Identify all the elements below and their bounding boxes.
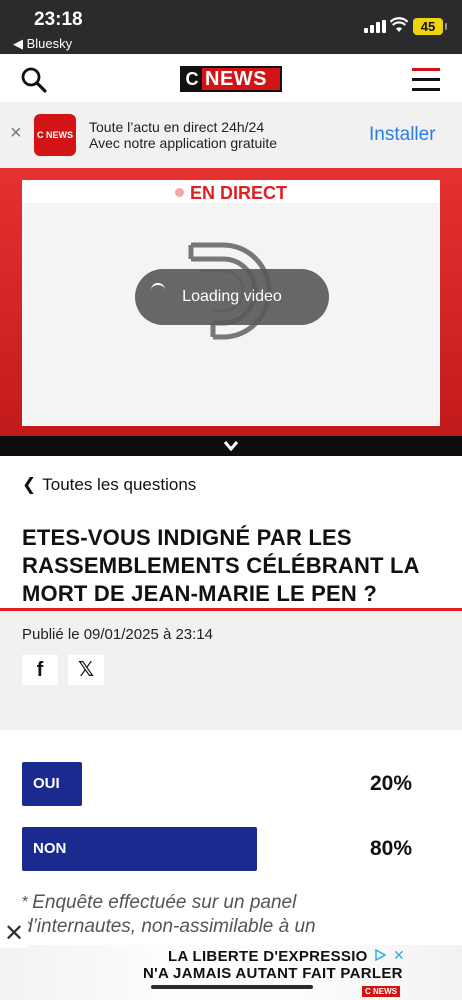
wifi-icon bbox=[390, 17, 408, 32]
page-title: ETES-VOUS INDIGNÉ PAR LES RASSEMBLEMENTS… bbox=[22, 525, 419, 606]
ad-line-1: LA LIBERTE D'EXPRESSIO bbox=[168, 948, 368, 965]
ad-video-progress bbox=[151, 985, 313, 989]
facebook-share-icon[interactable]: f bbox=[22, 655, 58, 685]
close-banner-icon[interactable]: × bbox=[10, 122, 22, 145]
logo-text: NEWS bbox=[205, 67, 267, 90]
ad-line-2: N'A JAMAIS AUTANT FAIT PARLER bbox=[143, 965, 403, 982]
chevron-left-icon: ❮ bbox=[22, 475, 37, 494]
search-icon[interactable] bbox=[20, 66, 48, 94]
banner-line-2: Avec notre application gratuite bbox=[89, 135, 278, 151]
poll-disclaimer: * Enquête effectuée sur un panel d’intern… bbox=[22, 890, 316, 940]
x-share-icon[interactable]: 𝕏 bbox=[68, 655, 104, 685]
battery-icon: 45 bbox=[413, 18, 447, 35]
status-time: 23:18 bbox=[34, 9, 83, 30]
publish-date: Publié le 09/01/2025 à 23:14 bbox=[22, 626, 213, 643]
poll-option-bar[interactable]: NON bbox=[22, 827, 257, 871]
hamburger-menu-icon[interactable] bbox=[412, 68, 440, 92]
ad-brand-logo: C NEWS bbox=[362, 986, 400, 997]
live-label-text: EN DIRECT bbox=[189, 183, 287, 203]
app-icon: C NEWS bbox=[34, 114, 76, 156]
adchoices-icon[interactable] bbox=[374, 949, 386, 961]
back-to-app-link[interactable]: ◀ Bluesky bbox=[13, 36, 72, 52]
logo-c: C bbox=[182, 68, 202, 90]
loading-text: Loading video bbox=[182, 288, 282, 305]
live-label: EN DIRECT bbox=[23, 181, 439, 203]
disclaimer-line-1: Enquête effectuée sur un panel bbox=[32, 892, 297, 913]
poll-option-percent: 20% bbox=[370, 772, 413, 795]
back-to-questions-link[interactable]: ❮ Toutes les questions bbox=[22, 475, 196, 495]
app-install-banner: × C NEWS Toute l’actu en direct 24h/24 A… bbox=[0, 102, 462, 168]
article-meta: Publié le 09/01/2025 à 23:14 f 𝕏 bbox=[0, 611, 462, 730]
install-button[interactable]: Installer bbox=[369, 124, 436, 146]
back-link-label: Toutes les questions bbox=[42, 475, 197, 494]
cnews-logo[interactable]: C NEWS bbox=[180, 66, 282, 92]
loading-video-indicator: Loading video bbox=[135, 269, 329, 325]
disclaimer-star: * bbox=[22, 894, 29, 911]
ad-dismiss-icon[interactable]: ✕ bbox=[393, 947, 405, 964]
cellular-signal-icon bbox=[364, 20, 386, 33]
video-player[interactable]: EN DIRECT Loading video bbox=[22, 180, 440, 426]
close-ad-icon[interactable]: ✕ bbox=[0, 920, 28, 948]
poll-option-percent: 80% bbox=[370, 837, 413, 860]
live-video-section: EN DIRECT Loading video bbox=[0, 168, 462, 436]
status-bar: 23:18 ◀ Bluesky 45 bbox=[0, 0, 462, 54]
ad-banner[interactable]: LA LIBERTE D'EXPRESSIO N'A JAMAIS AUTANT… bbox=[0, 945, 462, 1000]
chevron-down-icon bbox=[223, 441, 239, 452]
spinner-icon bbox=[151, 283, 165, 297]
disclaimer-line-2: d’internautes, non-assimilable à un bbox=[22, 916, 316, 937]
banner-line-1: Toute l’actu en direct 24h/24 bbox=[89, 119, 265, 135]
expand-player-bar[interactable] bbox=[0, 436, 462, 456]
site-header: C NEWS bbox=[0, 54, 462, 102]
live-dot-icon bbox=[174, 188, 184, 197]
poll-option-bar[interactable]: OUI bbox=[22, 762, 82, 806]
